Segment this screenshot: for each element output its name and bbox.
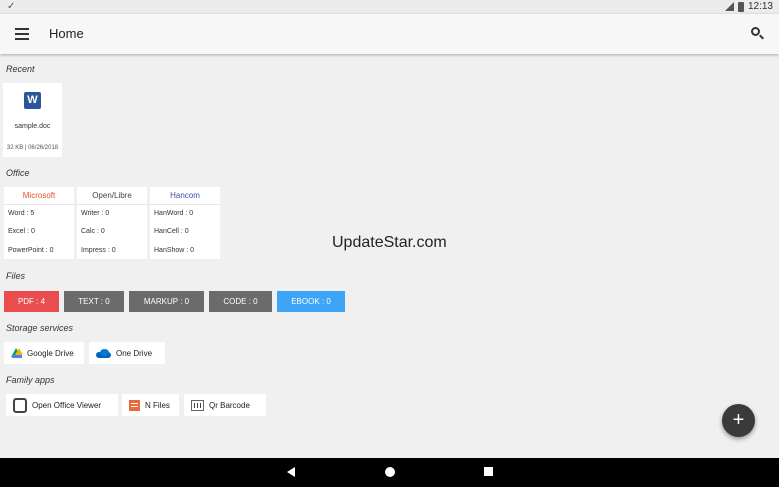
back-icon[interactable]	[287, 467, 295, 477]
qr-barcode-icon	[191, 399, 204, 411]
add-fab-button[interactable]: +	[722, 404, 755, 437]
recent-file-name: sample.doc	[14, 123, 51, 130]
recent-file-card[interactable]: W sample.doc 32 KB | 06/26/2018	[3, 83, 62, 157]
section-label-recent: Recent	[6, 64, 35, 74]
recent-file-meta: 32 KB | 06/26/2018	[6, 145, 59, 151]
office-card-openlibre[interactable]: Open/Libre Writer : 0 Calc : 0 Impress :…	[77, 187, 147, 259]
chip-label: N Files	[145, 400, 170, 410]
office-card-title: Microsoft	[22, 191, 56, 200]
chip-label: One Drive	[116, 348, 153, 358]
download-done-icon: ✓	[7, 1, 16, 12]
family-app-open-office-viewer[interactable]: Open Office Viewer	[6, 394, 118, 416]
file-filter-markup[interactable]: MARKUP : 0	[129, 291, 204, 312]
storage-google-drive[interactable]: Google Drive	[4, 342, 84, 364]
battery-icon	[737, 1, 744, 12]
family-app-qr-barcode[interactable]: Qr Barcode	[184, 394, 266, 416]
signal-icon	[724, 2, 734, 11]
office-card-title: Hancom	[170, 191, 200, 200]
office-count-hancell: HanCell : 0	[154, 228, 189, 235]
office-count-word: Word : 5	[8, 210, 35, 217]
status-bar: ✓ 12:13	[0, 0, 779, 14]
chip-label: Google Drive	[27, 348, 74, 358]
divider	[150, 204, 220, 205]
file-filter-text[interactable]: TEXT : 0	[64, 291, 124, 312]
app-toolbar: Home	[0, 14, 779, 54]
file-filter-pdf[interactable]: PDF : 4	[4, 291, 59, 312]
page-title: Home	[49, 26, 84, 41]
office-count-writer: Writer : 0	[81, 210, 110, 217]
hamburger-menu-icon[interactable]	[15, 28, 29, 40]
google-drive-icon	[11, 348, 23, 358]
section-label-family: Family apps	[6, 375, 55, 385]
file-filter-code[interactable]: CODE : 0	[209, 291, 272, 312]
n-files-icon	[129, 399, 140, 411]
office-card-title: Open/Libre	[92, 191, 132, 200]
home-icon[interactable]	[385, 467, 395, 477]
word-icon: W	[24, 92, 41, 109]
section-label-office: Office	[6, 168, 30, 178]
office-count-calc: Calc : 0	[81, 228, 105, 235]
office-card-hancom[interactable]: Hancom HanWord : 0 HanCell : 0 HanShow :…	[150, 187, 220, 259]
section-label-files: Files	[6, 271, 26, 281]
storage-one-drive[interactable]: One Drive	[89, 342, 165, 364]
divider	[4, 204, 74, 205]
system-nav-bar	[0, 458, 779, 487]
status-time: 12:13	[747, 1, 773, 12]
office-count-powerpoint: PowerPoint : 0	[8, 247, 54, 254]
open-office-viewer-icon	[13, 397, 27, 413]
office-card-microsoft[interactable]: Microsoft Word : 5 Excel : 0 PowerPoint …	[4, 187, 74, 259]
chip-label: Open Office Viewer	[32, 400, 102, 410]
file-filter-ebook[interactable]: EBOOK : 0	[277, 291, 345, 312]
family-app-n-files[interactable]: N Files	[122, 394, 179, 416]
office-count-impress: Impress : 0	[81, 247, 116, 254]
divider	[77, 204, 147, 205]
section-label-storage: Storage services	[6, 323, 74, 333]
office-count-hanword: HanWord : 0	[154, 210, 194, 217]
watermark-text: UpdateStar.com	[332, 234, 447, 251]
office-count-excel: Excel : 0	[8, 228, 35, 235]
status-icons: 12:13	[724, 1, 773, 12]
onedrive-icon	[96, 348, 111, 358]
search-icon[interactable]	[751, 27, 765, 41]
chip-label: Qr Barcode	[209, 400, 250, 410]
recents-icon[interactable]	[484, 467, 493, 476]
office-count-hanshow: HanShow : 0	[154, 247, 195, 254]
